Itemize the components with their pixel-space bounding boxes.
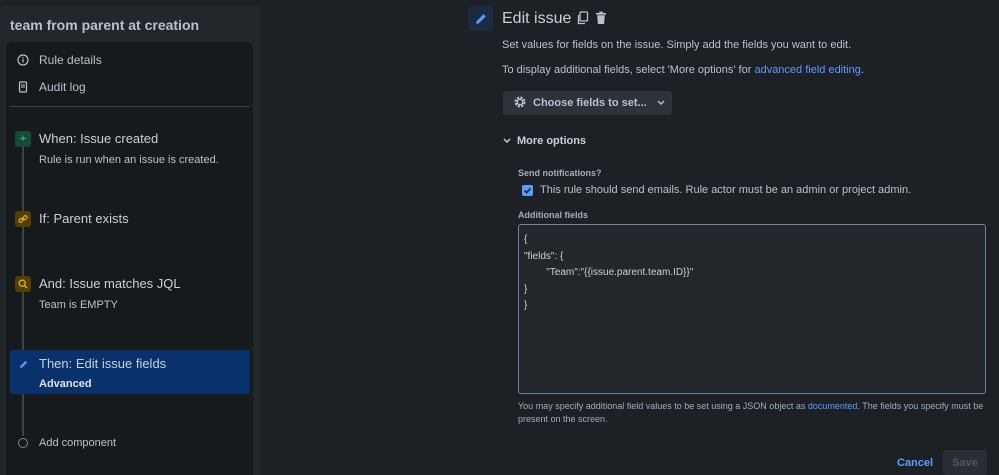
advanced-hint-text: To display additional fields, select 'Mo… xyxy=(502,64,755,76)
save-button[interactable]: Save xyxy=(943,450,987,475)
step-condition-jql-title: And: Issue matches JQL xyxy=(39,276,181,291)
advanced-hint-suffix: . xyxy=(860,64,864,76)
cancel-button[interactable]: Cancel xyxy=(892,450,938,475)
additional-fields-helper: You may specify additional field values … xyxy=(518,400,988,426)
chevron-down-icon xyxy=(503,135,511,147)
additional-fields-label: Additional fields xyxy=(518,210,589,220)
add-circle-icon xyxy=(18,438,28,448)
additional-fields-textarea[interactable]: { "fields": { "Team":"{{issue.parent.tea… xyxy=(518,224,986,394)
choose-fields-button[interactable]: Choose fields to set... xyxy=(503,91,672,115)
action-title: Edit issue xyxy=(502,10,572,27)
step-trigger[interactable]: + When: Issue created Rule is run when a… xyxy=(10,126,250,166)
add-component-label: Add component xyxy=(39,437,117,449)
step-action-edit-title: Then: Edit issue fields xyxy=(39,356,167,371)
step-condition-parent[interactable]: If: Parent exists xyxy=(10,206,250,230)
send-notifications-checkbox[interactable] xyxy=(522,184,533,196)
step-condition-parent-title: If: Parent exists xyxy=(39,211,129,226)
pencil-icon xyxy=(15,356,31,372)
rule-sidebar: team from parent at creation Rule detail… xyxy=(0,6,260,475)
send-notifications-text: This rule should send emails. Rule actor… xyxy=(540,184,912,196)
delete-icon[interactable] xyxy=(594,10,608,26)
rule-title: team from parent at creation xyxy=(10,17,200,33)
copy-icon[interactable] xyxy=(576,10,590,26)
choose-fields-label: Choose fields to set... xyxy=(533,97,647,109)
rule-steps-panel: Rule details Audit log + When: Issue cre… xyxy=(6,42,253,475)
edit-action-icon xyxy=(468,6,493,31)
documented-link[interactable]: documented xyxy=(808,401,858,411)
document-icon xyxy=(17,81,29,93)
title-actions xyxy=(576,10,608,26)
advanced-fields-hint: To display additional fields, select 'Mo… xyxy=(502,64,864,76)
more-options-label: More options xyxy=(517,135,587,147)
plus-icon: + xyxy=(15,131,31,147)
nav-audit-log-label: Audit log xyxy=(39,80,86,94)
nav-audit-log[interactable]: Audit log xyxy=(17,80,86,94)
gear-icon xyxy=(513,95,527,112)
chevron-down-icon xyxy=(657,97,665,109)
add-component-button[interactable]: Add component xyxy=(10,434,250,454)
step-action-edit-subtitle: Advanced xyxy=(39,378,92,390)
step-trigger-subtitle: Rule is run when an issue is created. xyxy=(39,154,219,166)
step-trigger-title: When: Issue created xyxy=(39,131,159,146)
more-options-toggle[interactable]: More options xyxy=(503,135,586,147)
advanced-field-editing-link[interactable]: advanced field editing xyxy=(754,64,860,76)
step-condition-jql-subtitle: Team is EMPTY xyxy=(39,299,118,311)
helper-text: You may specify additional field values … xyxy=(518,401,808,411)
step-condition-jql[interactable]: And: Issue matches JQL Team is EMPTY xyxy=(10,271,250,311)
sidebar-divider xyxy=(10,106,250,107)
step-action-edit[interactable]: Then: Edit issue fields Advanced xyxy=(10,350,250,394)
action-description: Set values for fields on the issue. Simp… xyxy=(502,39,852,51)
info-icon xyxy=(17,54,29,66)
send-notifications-label: Send notifications? xyxy=(518,168,602,178)
search-icon xyxy=(15,276,31,292)
nav-rule-details-label: Rule details xyxy=(39,53,102,67)
send-notifications-row: This rule should send emails. Rule actor… xyxy=(522,184,911,196)
nav-rule-details[interactable]: Rule details xyxy=(17,53,102,67)
link-icon xyxy=(15,211,31,227)
